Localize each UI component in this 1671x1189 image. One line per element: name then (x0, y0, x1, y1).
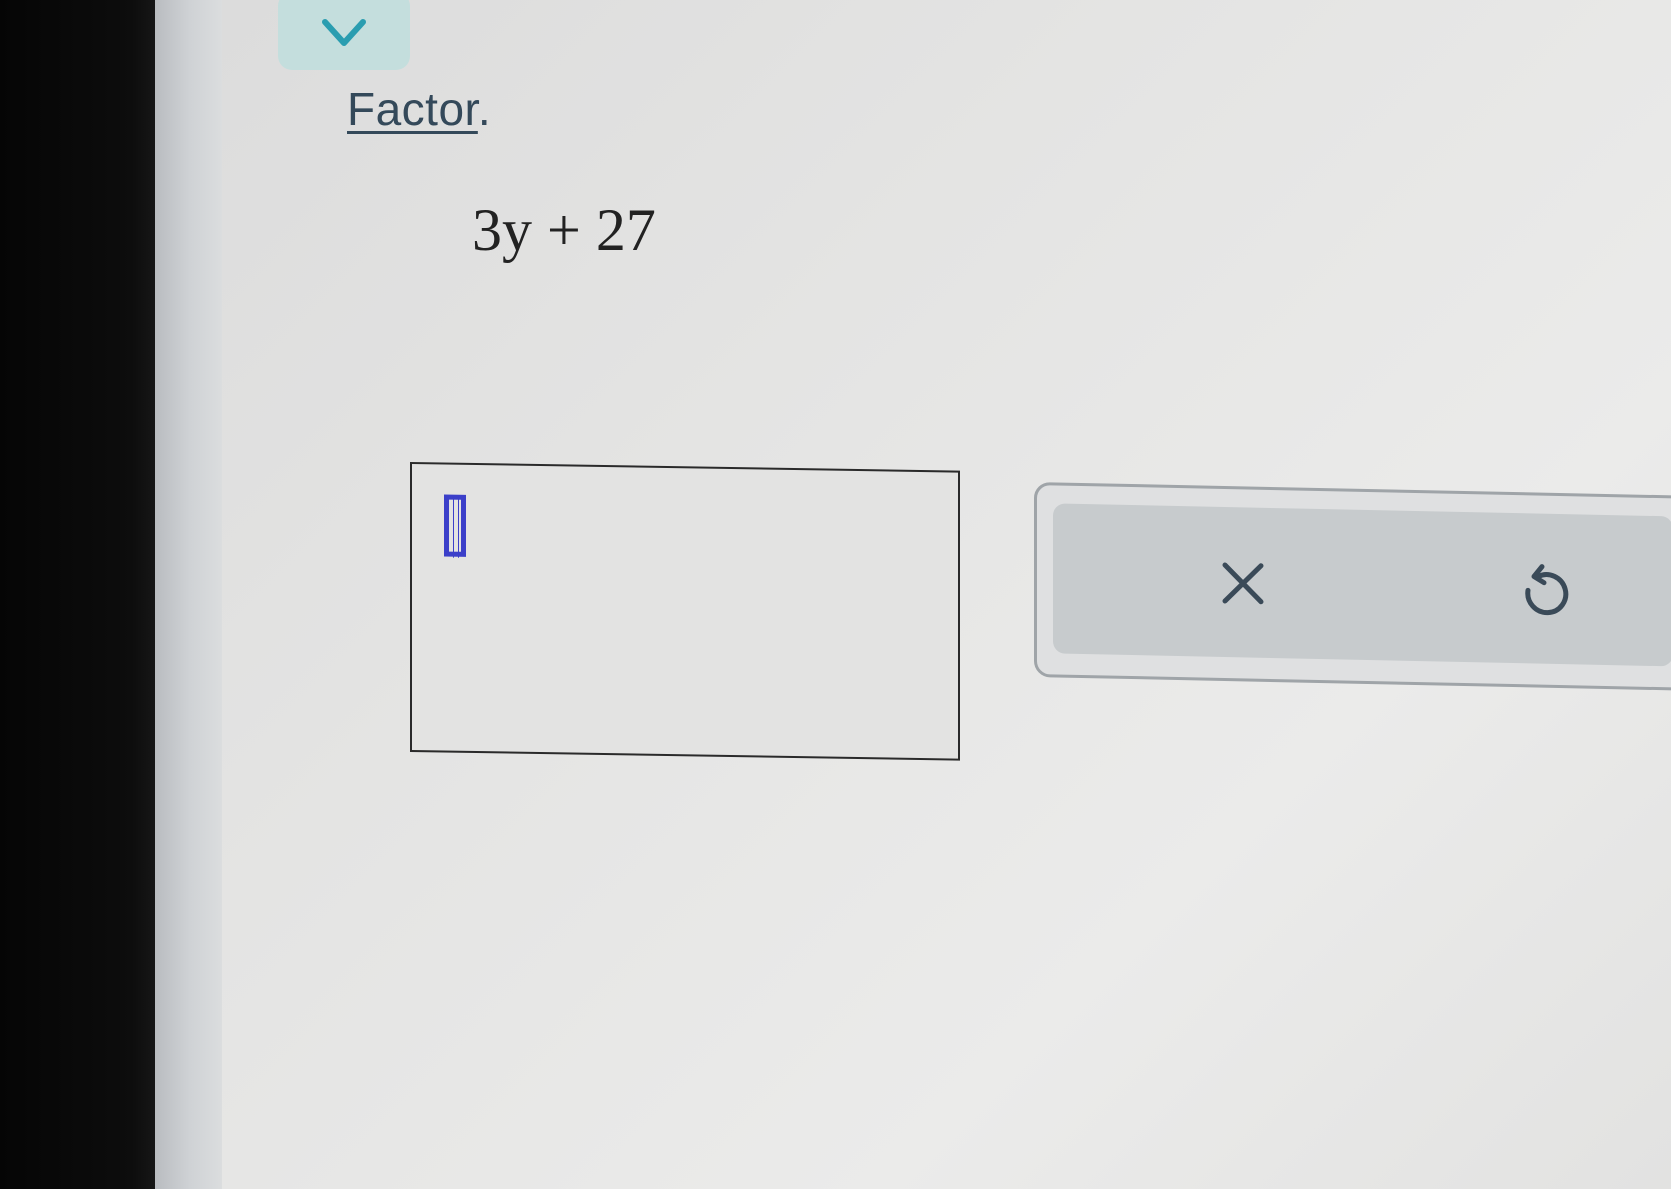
monitor-bezel (0, 0, 165, 1189)
undo-icon (1525, 564, 1569, 616)
screen-edge (155, 0, 225, 1189)
answer-toolbar (1034, 482, 1671, 691)
chevron-down-icon (322, 19, 366, 46)
factor-link[interactable]: Factor (347, 83, 478, 135)
toolbar-tray (1053, 503, 1671, 667)
instruction-period: . (477, 83, 492, 135)
collapse-button[interactable] (278, 0, 410, 70)
question-instruction: Factor. (347, 82, 491, 136)
math-expression: 3y + 27 (472, 197, 656, 263)
clear-button[interactable] (1203, 543, 1283, 625)
close-icon (1222, 562, 1264, 605)
input-cursor-slot (444, 494, 466, 557)
answer-input[interactable] (410, 462, 960, 761)
undo-button[interactable] (1505, 549, 1585, 631)
